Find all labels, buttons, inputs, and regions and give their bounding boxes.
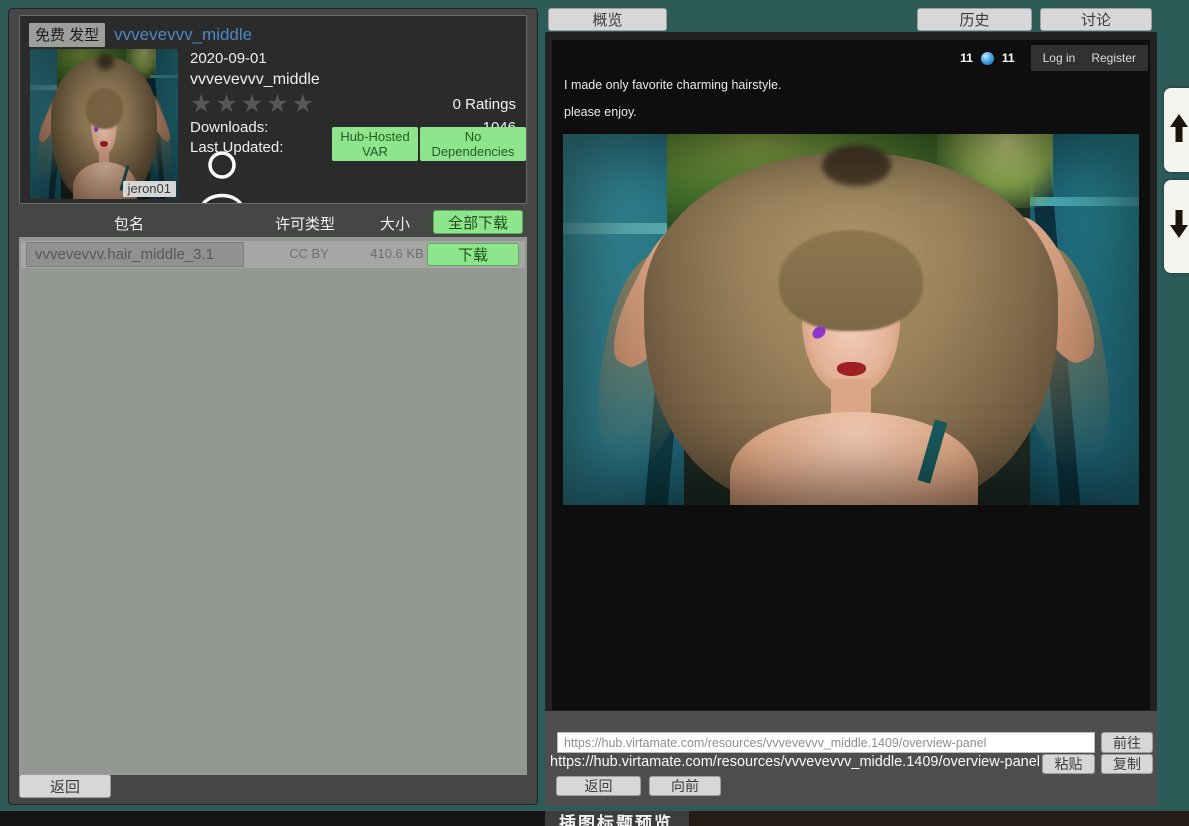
login-link[interactable]: Log in: [1043, 51, 1076, 65]
package-list: vvvevevvv.hair_middle_3.1 CC BY 410.6 KB…: [19, 237, 527, 775]
background-maroon-area: [689, 811, 1189, 826]
current-url-text: https://hub.virtamate.com/resources/vvve…: [550, 754, 1040, 770]
go-button[interactable]: 前往: [1101, 732, 1153, 753]
background-dark-area: [0, 811, 545, 826]
category-badge: 免费 发型: [29, 23, 105, 47]
download-button[interactable]: 下载: [427, 243, 519, 266]
package-row: vvvevevvv.hair_middle_3.1 CC BY 410.6 KB…: [21, 241, 525, 268]
column-size: 大小: [349, 213, 441, 234]
webview-content: 11 11 Log in Register I made only favori…: [552, 40, 1150, 710]
resource-detail-panel: 免费 发型 vvvevevvv_middle jeron01: [8, 8, 538, 805]
scroll-up-button[interactable]: [1164, 88, 1189, 172]
background-scene-strip: 插图标题预览: [0, 811, 1189, 826]
message-count: 11: [1002, 51, 1015, 65]
hub-hosted-badge: Hub-Hosted VAR: [332, 127, 418, 161]
hub-badges: Hub-Hosted VAR No Dependencies: [332, 127, 526, 161]
user-icon: [197, 150, 247, 204]
package-license: CC BY: [259, 246, 359, 261]
resource-date: 2020-09-01: [190, 49, 516, 69]
resource-preview-image: [563, 134, 1139, 505]
browser-back-button[interactable]: 返回: [556, 776, 641, 796]
thumbnail-image: [30, 49, 178, 199]
scroll-down-button[interactable]: [1164, 180, 1189, 273]
column-license-type: 许可类型: [255, 213, 355, 234]
resource-thumbnail[interactable]: jeron01: [30, 49, 178, 199]
column-package-name: 包名: [19, 213, 239, 234]
tab-discussion[interactable]: 讨论: [1040, 8, 1152, 31]
rating-row: ★★★★★ 0 Ratings: [190, 91, 516, 118]
register-link[interactable]: Register: [1091, 51, 1136, 65]
resource-header: 免费 发型 vvvevevvv_middle: [29, 23, 252, 47]
resource-title-link[interactable]: vvvevevvv_middle: [114, 25, 252, 45]
tab-overview[interactable]: 概览: [548, 8, 667, 31]
package-table-header: 包名 许可类型 大小 全部下载: [19, 210, 527, 236]
url-input[interactable]: [557, 732, 1095, 753]
ratings-count: 0 Ratings: [453, 96, 516, 113]
resource-info-box: 免费 发型 vvvevevvv_middle jeron01: [19, 15, 527, 204]
copy-button[interactable]: 复制: [1101, 754, 1153, 774]
paste-button[interactable]: 粘贴: [1042, 754, 1095, 774]
account-strip: Log in Register: [1031, 45, 1148, 71]
browser-forward-button[interactable]: 向前: [649, 776, 721, 796]
creator-name: vvvevevvv_middle: [190, 69, 516, 91]
download-all-button[interactable]: 全部下载: [433, 210, 523, 234]
downloads-label: Downloads:: [190, 118, 268, 138]
arrow-up-icon: [1169, 111, 1189, 150]
author-badge: jeron01: [123, 181, 176, 197]
description-line-1: I made only favorite charming hairstyle.: [564, 78, 781, 92]
hub-webview-panel: 11 11 Log in Register I made only favori…: [545, 32, 1157, 806]
star-rating-icons: ★★★★★: [190, 92, 317, 117]
alert-count: 11: [960, 51, 973, 65]
description-line-2: please enjoy.: [564, 105, 637, 119]
package-name-cell[interactable]: vvvevevvv.hair_middle_3.1: [26, 242, 244, 267]
no-dependencies-badge: No Dependencies: [420, 127, 526, 161]
virtamate-hub-browser: 插图标题预览 免费 发型 vvvevevvv_middle: [0, 0, 1189, 826]
background-partial-tab: 插图标题预览: [545, 811, 689, 826]
webview-topbar: 11 11 Log in Register: [960, 45, 1148, 71]
tab-history[interactable]: 历史: [917, 8, 1032, 31]
arrow-down-icon: [1169, 207, 1189, 246]
sphere-icon: [981, 52, 994, 65]
panel-back-button[interactable]: 返回: [19, 774, 111, 798]
